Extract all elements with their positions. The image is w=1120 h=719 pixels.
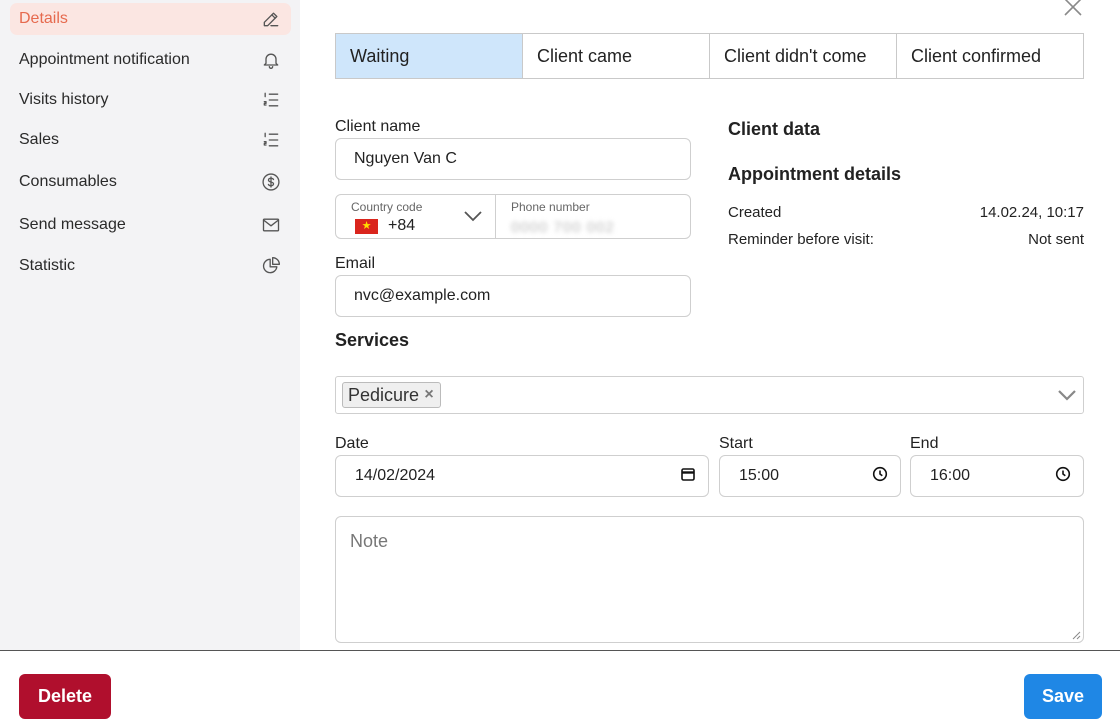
country-code-select[interactable]: Country code ★ +84: [336, 195, 496, 238]
note-placeholder: Note: [350, 531, 389, 551]
resize-handle-icon[interactable]: [1071, 630, 1081, 640]
sidebar-item-label: Details: [19, 10, 68, 27]
date-label: Date: [335, 435, 369, 452]
reminder-value: Not sent: [1028, 231, 1084, 248]
end-label: End: [910, 435, 939, 452]
sidebar-item-details[interactable]: Details: [10, 3, 291, 35]
pie-chart-icon: [260, 255, 282, 277]
tab-waiting[interactable]: Waiting: [336, 34, 523, 78]
sidebar: Details Appointment notification Visits …: [0, 0, 300, 650]
tab-client-confirmed[interactable]: Client confirmed: [897, 34, 1083, 78]
sidebar-item-label: Send message: [19, 216, 126, 233]
list-icon: [260, 89, 282, 111]
date-value: 14/02/2024: [355, 467, 436, 484]
country-code-label: Country code: [351, 200, 423, 214]
sidebar-item-appointment-notification[interactable]: Appointment notification: [10, 44, 291, 76]
bell-icon: [260, 49, 282, 71]
created-value: 14.02.24, 10:17: [979, 204, 1084, 221]
list-icon: [260, 129, 282, 151]
mail-icon: [260, 214, 282, 236]
vietnam-flag-icon: ★: [355, 218, 378, 234]
delete-button[interactable]: Delete: [19, 674, 111, 719]
calendar-icon[interactable]: [680, 466, 696, 487]
phone-number-label: Phone number: [511, 200, 590, 214]
sidebar-item-label: Consumables: [19, 173, 117, 190]
client-data-title: Client data: [728, 119, 821, 139]
phone-number-input[interactable]: Phone number 0000 700 002: [496, 195, 690, 238]
clock-icon[interactable]: [872, 466, 888, 487]
reminder-row: Reminder before visit: Not sent: [728, 231, 1084, 248]
sidebar-item-label: Visits history: [19, 91, 109, 108]
email-label: Email: [335, 255, 376, 272]
save-button[interactable]: Save: [1024, 674, 1102, 719]
sidebar-item-statistic[interactable]: Statistic: [10, 250, 291, 282]
pencil-icon: [260, 8, 282, 30]
note-textarea[interactable]: Note: [335, 516, 1084, 643]
status-tabs: Waiting Client came Client didn't come C…: [335, 33, 1084, 79]
sidebar-item-sales[interactable]: Sales: [10, 124, 291, 156]
created-label: Created: [728, 204, 782, 221]
sidebar-item-send-message[interactable]: Send message: [10, 209, 291, 241]
sidebar-item-visits-history[interactable]: Visits history: [10, 84, 291, 116]
chevron-down-icon: [463, 209, 483, 223]
country-code-value: +84: [388, 217, 416, 234]
end-time-value: 16:00: [930, 467, 971, 484]
service-chip-label: Pedicure: [348, 384, 420, 405]
client-name-input[interactable]: Nguyen Van C: [335, 138, 691, 180]
start-time-input[interactable]: 15:00: [719, 455, 901, 497]
tab-client-didnt-come[interactable]: Client didn't come: [710, 34, 897, 78]
date-input[interactable]: 14/02/2024: [335, 455, 709, 497]
sidebar-item-label: Appointment notification: [19, 51, 190, 68]
footer-divider: [0, 650, 1120, 651]
start-label: Start: [719, 435, 753, 452]
email-input[interactable]: nvc@example.com: [335, 275, 691, 317]
clock-icon[interactable]: [1055, 466, 1071, 487]
phone-field-group: Country code ★ +84 Phone number 0000 700…: [335, 194, 691, 239]
client-name-label: Client name: [335, 118, 421, 135]
services-select[interactable]: Pedicure ×: [335, 376, 1084, 414]
services-title: Services: [335, 330, 410, 350]
appointment-modal: Details Appointment notification Visits …: [0, 0, 1120, 719]
created-row: Created 14.02.24, 10:17: [728, 204, 1084, 221]
service-chip: Pedicure ×: [342, 382, 442, 408]
dollar-circle-icon: [260, 171, 282, 193]
sidebar-item-label: Statistic: [19, 257, 76, 274]
appointment-details-title: Appointment details: [728, 164, 902, 184]
phone-number-value: 0000 700 002: [511, 219, 615, 236]
chevron-down-icon[interactable]: [1057, 387, 1077, 403]
remove-chip-icon[interactable]: ×: [422, 386, 436, 403]
close-icon[interactable]: [1062, 0, 1084, 18]
start-time-value: 15:00: [739, 467, 780, 484]
end-time-input[interactable]: 16:00: [910, 455, 1084, 497]
sidebar-item-label: Sales: [19, 131, 60, 148]
reminder-label: Reminder before visit:: [728, 231, 874, 248]
tab-client-came[interactable]: Client came: [523, 34, 710, 78]
sidebar-item-consumables[interactable]: Consumables: [10, 166, 291, 198]
